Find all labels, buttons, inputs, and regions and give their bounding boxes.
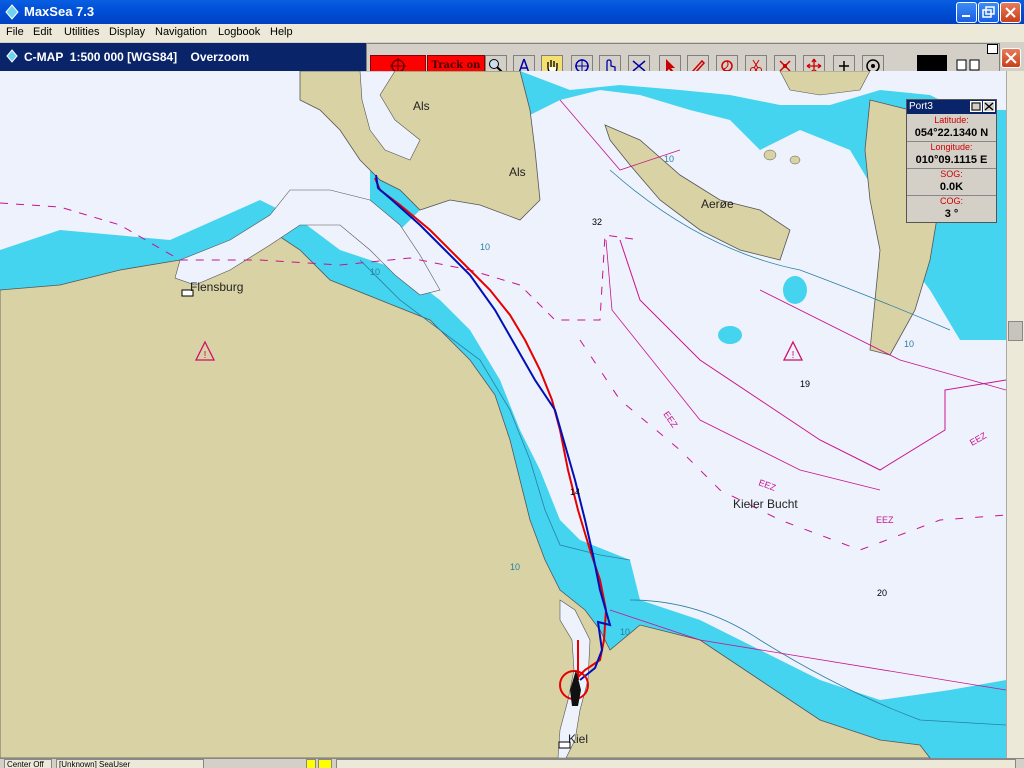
nautical-chart[interactable]: ! ! Als Als Aerøe Flensburg Kieler Bucht… xyxy=(0,71,1006,758)
cog-label: COG: xyxy=(939,196,963,206)
menu-navigation[interactable]: Navigation xyxy=(155,26,207,38)
horizontal-scrollbar[interactable] xyxy=(336,759,1016,768)
status-flag-icon[interactable] xyxy=(318,759,332,768)
contour-label: 10 xyxy=(664,154,674,164)
islet xyxy=(789,155,801,165)
latitude-value: 054°22.1340 N xyxy=(914,127,989,139)
depth-sounding: 32 xyxy=(592,217,602,227)
sog-label: SOG: xyxy=(940,169,963,179)
shoal xyxy=(718,326,742,344)
user-status: [Unknown] SeaUser xyxy=(56,759,204,768)
menu-bar: File Edit Utilities Display Navigation L… xyxy=(0,24,1024,42)
latitude-label: Latitude: xyxy=(934,115,969,125)
menu-logbook[interactable]: Logbook xyxy=(218,26,260,38)
caution-mark: ! xyxy=(792,350,795,361)
label-als: Als xyxy=(509,165,526,179)
menu-help[interactable]: Help xyxy=(270,26,293,38)
contour-label: 10 xyxy=(510,562,520,572)
close-icon xyxy=(1005,7,1016,18)
restore-button[interactable] xyxy=(978,2,999,23)
contour-label: 10 xyxy=(620,627,630,637)
minimize-button[interactable] xyxy=(956,2,977,23)
status-indicator-icon[interactable] xyxy=(306,759,316,768)
longitude-value: 010°09.1115 E xyxy=(915,154,988,166)
close-button[interactable] xyxy=(1000,2,1021,23)
cog-value: 3 ° xyxy=(944,208,959,220)
status-bar: Center Off [Unknown] SeaUser xyxy=(0,758,1024,768)
menu-display[interactable]: Display xyxy=(109,26,145,38)
contour-label: 10 xyxy=(904,339,914,349)
label-flensburg: Flensburg xyxy=(190,280,243,294)
depth-sounding: 20 xyxy=(877,588,887,598)
label-aeroe: Aerøe xyxy=(701,197,734,211)
label-kiel: Kiel xyxy=(568,732,588,746)
toolbar-float-button[interactable] xyxy=(987,44,998,54)
toolbar-close-button[interactable] xyxy=(1001,48,1021,68)
shoal xyxy=(783,276,807,304)
longitude-label: Longitude: xyxy=(930,142,973,152)
sog-value: 0.0K xyxy=(939,181,964,193)
chart-icon xyxy=(6,49,18,63)
port-info-panel[interactable]: Port3 Latitude: 054°22.1340 N Longitude:… xyxy=(906,99,997,223)
label-als-north: Als xyxy=(413,99,430,113)
close-icon xyxy=(984,102,994,111)
chart-title: C-MAP 1:500 000 [WGS84] Overzoom xyxy=(24,50,250,64)
chart-canvas[interactable]: ! ! Als Als Aerøe Flensburg Kieler Bucht… xyxy=(0,71,1006,758)
port-panel-close-button[interactable] xyxy=(983,101,995,112)
window-titlebar: MaxSea 7.3 xyxy=(0,0,1024,24)
maximize-icon xyxy=(971,102,981,111)
contour-label: 10 xyxy=(480,242,490,252)
caution-mark: ! xyxy=(204,350,207,361)
center-status[interactable]: Center Off xyxy=(4,759,52,768)
scroll-thumb[interactable] xyxy=(1008,321,1023,341)
port-panel-maximize-button[interactable] xyxy=(970,101,982,112)
menu-file[interactable]: File xyxy=(6,26,24,38)
label-kieler-bucht: Kieler Bucht xyxy=(733,497,798,511)
menu-utilities[interactable]: Utilities xyxy=(64,26,99,38)
close-icon xyxy=(1005,52,1017,64)
window-title: MaxSea 7.3 xyxy=(24,4,95,19)
chart-title-bar: C-MAP 1:500 000 [WGS84] Overzoom xyxy=(0,43,368,71)
minimize-icon xyxy=(962,15,970,17)
maxsea-app-icon xyxy=(5,4,19,20)
menu-edit[interactable]: Edit xyxy=(33,26,52,38)
restore-icon xyxy=(982,6,995,18)
contour-label: 10 xyxy=(370,267,380,277)
islet xyxy=(763,149,777,161)
vertical-scrollbar[interactable] xyxy=(1006,71,1024,758)
eez-label: EEZ xyxy=(876,515,894,525)
depth-sounding: 14 xyxy=(570,487,580,497)
depth-sounding: 19 xyxy=(800,379,810,389)
